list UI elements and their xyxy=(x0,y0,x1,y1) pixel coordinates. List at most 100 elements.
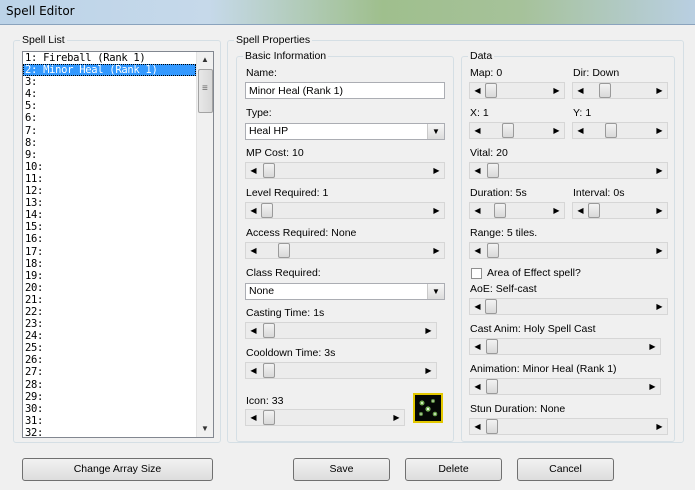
stun-duration-slider[interactable]: ◀ ▶ xyxy=(469,418,668,435)
list-item[interactable]: 18: xyxy=(23,258,196,270)
dir-thumb[interactable] xyxy=(599,83,611,98)
cooldown-time-thumb[interactable] xyxy=(263,363,275,378)
class-required-dropdown[interactable]: None ▼ xyxy=(245,283,445,300)
scroll-right-icon[interactable]: ▶ xyxy=(645,379,660,394)
cast-anim-thumb[interactable] xyxy=(486,339,498,354)
stun-duration-thumb[interactable] xyxy=(486,419,498,434)
list-item[interactable]: 14: xyxy=(23,209,196,221)
scroll-left-icon[interactable]: ◀ xyxy=(470,379,485,394)
interval-thumb[interactable] xyxy=(588,203,600,218)
aoe-slider[interactable]: ◀ ▶ xyxy=(469,298,668,315)
spell-list-scrollbar[interactable]: ▲ ▼ xyxy=(196,52,213,437)
list-item[interactable]: 26: xyxy=(23,354,196,366)
delete-button[interactable]: Delete xyxy=(405,458,502,481)
scroll-left-icon[interactable]: ◀ xyxy=(573,83,588,98)
scroll-right-icon[interactable]: ▶ xyxy=(429,163,444,178)
scroll-left-icon[interactable]: ◀ xyxy=(246,363,261,378)
list-item[interactable]: 10: xyxy=(23,161,196,173)
casting-time-slider[interactable]: ◀ ▶ xyxy=(245,322,437,339)
spell-listbox[interactable]: 1: Fireball (Rank 1) 2: Minor Heal (Rank … xyxy=(22,51,214,438)
scroll-left-icon[interactable]: ◀ xyxy=(470,203,485,218)
icon-thumb[interactable] xyxy=(263,410,275,425)
name-input[interactable]: Minor Heal (Rank 1) xyxy=(245,82,445,99)
list-item[interactable]: 8: xyxy=(23,137,196,149)
scroll-right-icon[interactable]: ▶ xyxy=(652,243,667,258)
list-item[interactable]: 5: xyxy=(23,100,196,112)
casting-time-thumb[interactable] xyxy=(263,323,275,338)
list-item[interactable]: 7: xyxy=(23,125,196,137)
scroll-left-icon[interactable]: ◀ xyxy=(470,299,485,314)
scroll-right-icon[interactable]: ▶ xyxy=(549,83,564,98)
list-item[interactable]: 15: xyxy=(23,221,196,233)
cancel-button[interactable]: Cancel xyxy=(517,458,614,481)
level-required-thumb[interactable] xyxy=(261,203,273,218)
list-item[interactable]: 23: xyxy=(23,318,196,330)
scroll-left-icon[interactable]: ◀ xyxy=(246,323,261,338)
aoe-checkbox[interactable] xyxy=(471,268,482,279)
range-slider[interactable]: ◀ ▶ xyxy=(469,242,668,259)
list-item[interactable]: 6: xyxy=(23,112,196,124)
scroll-left-icon[interactable]: ◀ xyxy=(470,419,485,434)
aoe-checkbox-label[interactable]: Area of Effect spell? xyxy=(487,267,581,279)
animation-slider[interactable]: ◀ ▶ xyxy=(469,378,661,395)
list-item[interactable]: 31: xyxy=(23,415,196,427)
duration-slider[interactable]: ◀ ▶ xyxy=(469,202,565,219)
scroll-right-icon[interactable]: ▶ xyxy=(652,299,667,314)
list-item[interactable]: 20: xyxy=(23,282,196,294)
map-thumb[interactable] xyxy=(485,83,497,98)
list-item[interactable]: 29: xyxy=(23,391,196,403)
scroll-right-icon[interactable]: ▶ xyxy=(652,163,667,178)
list-item[interactable]: 4: xyxy=(23,88,196,100)
scroll-right-icon[interactable]: ▶ xyxy=(429,243,444,258)
interval-slider[interactable]: ◀ ▶ xyxy=(572,202,668,219)
scroll-left-icon[interactable]: ◀ xyxy=(573,123,588,138)
scroll-left-icon[interactable]: ◀ xyxy=(246,163,261,178)
list-item[interactable]: 9: xyxy=(23,149,196,161)
list-item[interactable]: 11: xyxy=(23,173,196,185)
level-required-slider[interactable]: ◀ ▶ xyxy=(245,202,445,219)
vital-thumb[interactable] xyxy=(487,163,499,178)
duration-thumb[interactable] xyxy=(494,203,506,218)
scroll-right-icon[interactable]: ▶ xyxy=(389,410,404,425)
scroll-left-icon[interactable]: ◀ xyxy=(573,203,588,218)
chevron-down-icon[interactable]: ▼ xyxy=(427,284,444,299)
animation-thumb[interactable] xyxy=(486,379,498,394)
scroll-left-icon[interactable]: ◀ xyxy=(470,243,485,258)
list-item[interactable]: 30: xyxy=(23,403,196,415)
aoe-thumb[interactable] xyxy=(485,299,497,314)
scroll-left-icon[interactable]: ◀ xyxy=(470,123,485,138)
scroll-left-icon[interactable]: ◀ xyxy=(470,163,485,178)
mp-cost-slider[interactable]: ◀ ▶ xyxy=(245,162,445,179)
scroll-thumb[interactable] xyxy=(198,69,213,113)
scroll-right-icon[interactable]: ▶ xyxy=(549,203,564,218)
scroll-right-icon[interactable]: ▶ xyxy=(429,203,444,218)
list-item[interactable]: 17: xyxy=(23,246,196,258)
access-required-thumb[interactable] xyxy=(278,243,290,258)
scroll-right-icon[interactable]: ▶ xyxy=(421,323,436,338)
scroll-left-icon[interactable]: ◀ xyxy=(246,243,261,258)
list-item[interactable]: 16: xyxy=(23,233,196,245)
x-slider[interactable]: ◀ ▶ xyxy=(469,122,565,139)
change-array-size-button[interactable]: Change Array Size xyxy=(22,458,213,481)
list-item[interactable]: 19: xyxy=(23,270,196,282)
scroll-left-icon[interactable]: ◀ xyxy=(470,83,485,98)
scroll-right-icon[interactable]: ▶ xyxy=(652,123,667,138)
scroll-right-icon[interactable]: ▶ xyxy=(652,419,667,434)
scroll-right-icon[interactable]: ▶ xyxy=(549,123,564,138)
scroll-right-icon[interactable]: ▶ xyxy=(652,203,667,218)
list-item[interactable]: 27: xyxy=(23,366,196,378)
range-thumb[interactable] xyxy=(487,243,499,258)
y-thumb[interactable] xyxy=(605,123,617,138)
scroll-right-icon[interactable]: ▶ xyxy=(421,363,436,378)
list-item[interactable]: 32: xyxy=(23,427,196,437)
cooldown-time-slider[interactable]: ◀ ▶ xyxy=(245,362,437,379)
scroll-down-icon[interactable]: ▼ xyxy=(197,421,213,437)
map-slider[interactable]: ◀ ▶ xyxy=(469,82,565,99)
y-slider[interactable]: ◀ ▶ xyxy=(572,122,668,139)
vital-slider[interactable]: ◀ ▶ xyxy=(469,162,668,179)
scroll-up-icon[interactable]: ▲ xyxy=(197,52,213,68)
chevron-down-icon[interactable]: ▼ xyxy=(427,124,444,139)
access-required-slider[interactable]: ◀ ▶ xyxy=(245,242,445,259)
list-item[interactable]: 3: xyxy=(23,76,196,88)
list-item[interactable]: 12: xyxy=(23,185,196,197)
